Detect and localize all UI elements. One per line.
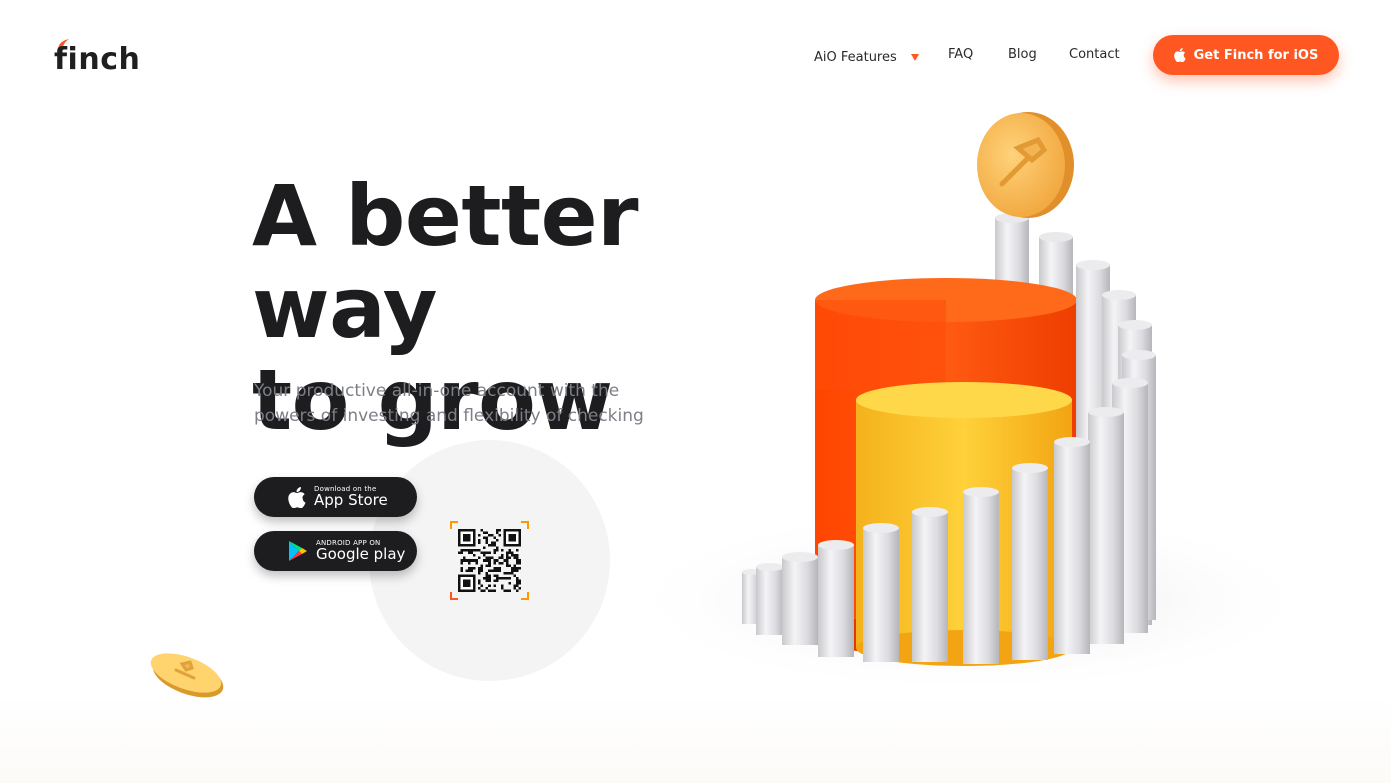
column-right-6 — [1088, 407, 1124, 644]
hammer-coin-icon — [150, 653, 224, 698]
hammer-coin-icon — [977, 112, 1074, 218]
column-front-3 — [782, 552, 818, 645]
app-store-button[interactable]: Download on the App Store — [254, 477, 417, 517]
column-front-2 — [756, 563, 784, 635]
column-front-8 — [1012, 463, 1048, 660]
growth-chart-illustration — [620, 112, 1300, 695]
qr-frame-corner — [521, 592, 529, 600]
nav-faq[interactable]: FAQ — [948, 47, 973, 67]
qr-code[interactable] — [450, 521, 529, 600]
qr-code-icon — [458, 529, 521, 592]
column-front-6 — [912, 507, 948, 662]
apple-icon — [1173, 48, 1186, 62]
google-play-icon — [289, 541, 307, 561]
hero-subtitle: Your productive all-in-one account with … — [254, 381, 644, 426]
column-front-7 — [963, 487, 999, 664]
get-finch-ios-label: Get Finch for iOS — [1193, 47, 1319, 63]
get-finch-ios-button[interactable]: Get Finch for iOS — [1153, 35, 1339, 75]
nav-aio-features[interactable]: AiO Features — [814, 47, 919, 67]
qr-frame-corner — [450, 592, 458, 600]
caret-down-icon — [910, 53, 919, 61]
column-front-9 — [1054, 437, 1090, 654]
nav-blog[interactable]: Blog — [1008, 47, 1037, 67]
column-front-4 — [818, 540, 854, 657]
app-store-label: App Store — [314, 491, 388, 509]
apple-icon — [288, 486, 306, 508]
column-front-5 — [863, 523, 899, 662]
logo-text: finch — [54, 42, 141, 77]
nav-contact[interactable]: Contact — [1069, 47, 1120, 67]
nav-aio-features-label: AiO Features — [814, 49, 897, 65]
finch-logo[interactable]: finch — [54, 36, 144, 78]
google-play-button[interactable]: ANDROID APP ON Google play — [254, 531, 417, 571]
google-play-label: Google play — [316, 545, 406, 563]
qr-frame-corner — [521, 521, 529, 529]
qr-frame-corner — [450, 521, 458, 529]
page-background-fade — [0, 693, 1391, 783]
